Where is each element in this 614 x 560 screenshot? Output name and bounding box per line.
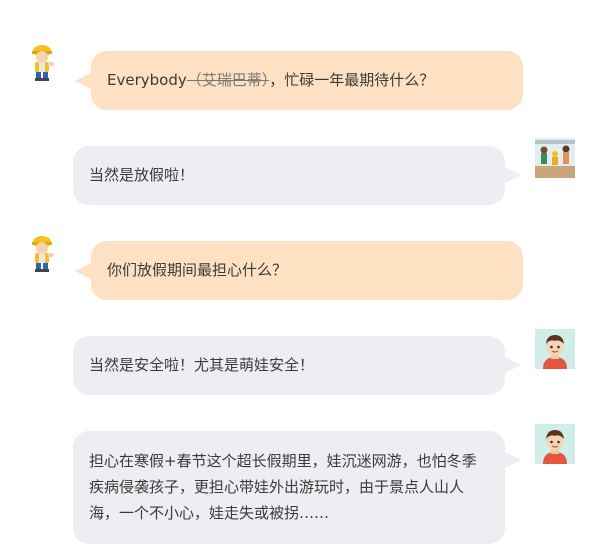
message-bubble: Everybody（艾瑞巴蒂），忙碌一年最期待什么？ [75,51,523,110]
message-text: Everybody（艾瑞巴蒂），忙碌一年最期待什么？ [107,69,507,91]
bubble-tail [503,356,521,374]
message-bubble: 当然是安全啦！尤其是萌娃安全！ [73,336,521,395]
message-bubble: 担心在寒假+春节这个超长假期里，娃沉迷网游，也怕冬季疾病侵袭孩子，更担心带娃外出… [73,431,521,544]
bubble-tail [75,72,93,90]
construction-kid-avatar-icon [22,233,62,273]
message-struck-text: （艾瑞巴蒂） [186,71,270,89]
family-photo-avatar-icon [535,138,575,178]
message-bubble: 当然是放假啦！ [73,146,521,205]
bubble-tail [503,451,521,469]
message-text: 你们放假期间最担心什么？ [107,261,288,279]
message-text: 当然是放假啦！ [89,166,195,184]
boy-avatar-icon [535,424,575,464]
message-prefix: Everybody [107,71,187,89]
message-text: 担心在寒假+春节这个超长假期里，娃沉迷网游，也怕冬季疾病侵袭孩子，更担心带娃外出… [89,452,477,522]
construction-kid-avatar-icon [22,42,62,82]
bubble-tail [75,262,93,280]
boy-avatar-icon [535,329,575,369]
message-suffix: ，忙碌一年最期待什么？ [269,71,435,89]
message-bubble: 你们放假期间最担心什么？ [75,241,523,300]
message-text: 当然是安全啦！尤其是萌娃安全！ [89,356,315,374]
bubble-tail [503,166,521,184]
